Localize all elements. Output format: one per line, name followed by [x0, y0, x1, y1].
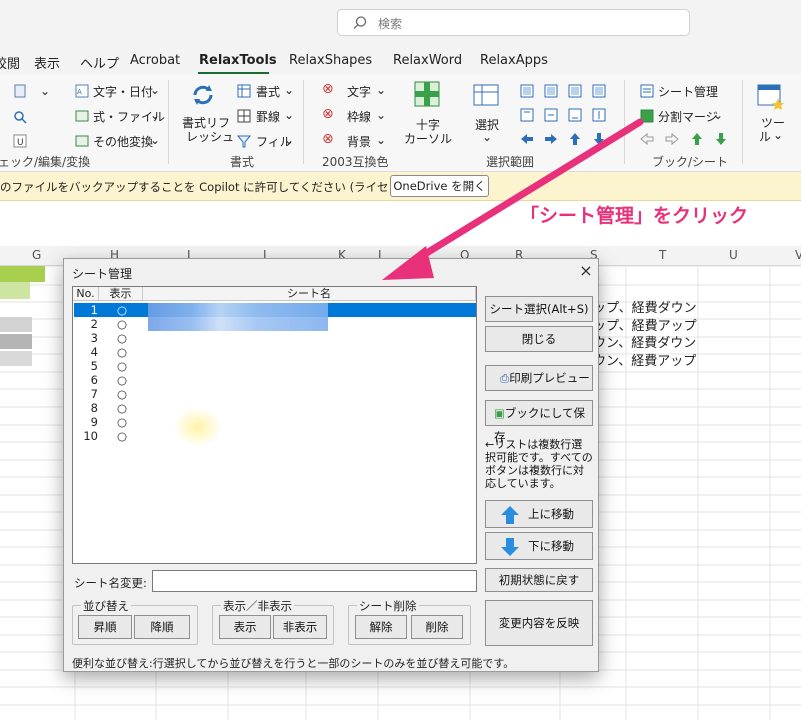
annotation-arrow	[382, 118, 644, 280]
